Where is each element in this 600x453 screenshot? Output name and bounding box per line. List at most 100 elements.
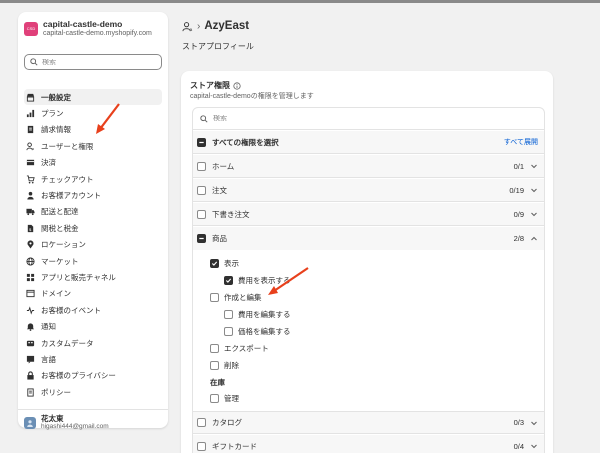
permission-edit-price[interactable]: 価格を編集する: [224, 326, 291, 337]
permission-edit-cost[interactable]: 費用を編集する: [224, 309, 291, 320]
person-icon: [26, 191, 35, 200]
chevron-down-icon[interactable]: [530, 442, 538, 450]
check-icon: [211, 261, 218, 266]
select-all-checkbox[interactable]: [197, 137, 206, 147]
sidebar-item-general[interactable]: 一般設定: [24, 89, 162, 106]
settings-sidebar: CSD capital-castle-demo capital-castle-d…: [18, 12, 168, 431]
permission-checkbox[interactable]: [197, 441, 206, 451]
sidebar-item-languages[interactable]: 言語: [24, 351, 162, 367]
permission-inventory-manage[interactable]: 管理: [210, 393, 239, 404]
apps-icon: [26, 273, 35, 282]
sidebar-search-input[interactable]: [42, 58, 152, 66]
permissions-search[interactable]: [193, 108, 544, 130]
card-title: ストア権限: [190, 80, 241, 91]
lock-icon: [26, 371, 35, 380]
permission-export[interactable]: エクスポート: [210, 343, 269, 354]
sidebar-item-payments[interactable]: 決済: [24, 155, 162, 171]
permission-count: 0/19: [509, 185, 524, 195]
sidebar-item-notifications[interactable]: 通知: [24, 318, 162, 334]
sidebar-item-shipping[interactable]: 配送と配達: [24, 204, 162, 220]
chevron-down-icon[interactable]: [530, 162, 538, 170]
users-icon[interactable]: a: [182, 21, 193, 32]
store-header[interactable]: CSD capital-castle-demo capital-castle-d…: [24, 19, 152, 38]
store-logo: CSD: [24, 21, 38, 36]
permission-checkbox[interactable]: [197, 209, 206, 219]
permission-view-cost[interactable]: 費用を表示する: [224, 275, 291, 286]
store-permissions-card: ストア権限 capital-castle-demoの権限を管理します すべての権…: [181, 71, 553, 453]
permission-row-products[interactable]: 商品 2/8: [193, 227, 544, 250]
cart-icon: [26, 175, 35, 184]
permission-row-home[interactable]: ホーム 0/1: [193, 155, 544, 178]
sidebar-item-apps[interactable]: アプリと販売チャネル: [24, 269, 162, 285]
permission-checkbox[interactable]: [224, 276, 233, 285]
permission-row-orders[interactable]: 注文 0/19: [193, 179, 544, 202]
chevron-down-icon[interactable]: [530, 210, 538, 218]
sidebar-item-checkout[interactable]: チェックアウト: [24, 171, 162, 187]
sidebar-item-label: 配送と配達: [41, 207, 79, 217]
page-subtitle: ストアプロフィール: [182, 42, 254, 51]
permissions-list: すべての権限を選択 すべて展開 ホーム 0/1 注文 0/19 下書き注文 0/…: [192, 107, 545, 453]
divider: [18, 409, 168, 410]
tax-icon: $: [26, 224, 35, 233]
person-icon: [27, 419, 33, 427]
sidebar-search[interactable]: [24, 54, 162, 70]
permission-checkbox[interactable]: [197, 418, 206, 427]
sidebar-item-privacy[interactable]: お客様のプライバシー: [24, 368, 162, 384]
sidebar-item-markets[interactable]: マーケット: [24, 253, 162, 269]
sidebar-item-customer-accounts[interactable]: お客様アカウント: [24, 187, 162, 203]
sidebar-item-domains[interactable]: ドメイン: [24, 286, 162, 302]
database-icon: [26, 339, 35, 348]
permission-row-catalogs[interactable]: カタログ 0/3: [193, 411, 544, 434]
sidebar-item-billing[interactable]: 請求情報: [24, 122, 162, 138]
receipt-icon: [26, 125, 35, 134]
chevron-up-icon[interactable]: [530, 235, 538, 243]
permission-label: 注文: [212, 185, 227, 195]
permission-checkbox[interactable]: [224, 310, 233, 319]
permission-label: ギフトカード: [212, 441, 257, 451]
sidebar-item-label: チェックアウト: [41, 174, 94, 184]
card-title-text: ストア権限: [190, 81, 230, 90]
store-domain: capital-castle-demo.myshopify.com: [43, 30, 152, 37]
top-bar: [0, 0, 600, 3]
info-icon[interactable]: [233, 81, 241, 90]
permissions-search-input[interactable]: [213, 115, 513, 122]
permission-checkbox[interactable]: [210, 344, 219, 353]
permission-checkbox[interactable]: [210, 361, 219, 370]
permission-row-gift-cards[interactable]: ギフトカード 0/4: [193, 435, 544, 453]
permission-row-draft-orders[interactable]: 下書き注文 0/9: [193, 203, 544, 226]
location-icon: [26, 240, 35, 249]
search-icon: [30, 58, 38, 66]
sidebar-item-label: 決済: [41, 158, 56, 168]
permission-create-edit[interactable]: 作成と編集: [210, 292, 262, 303]
sidebar-item-custom-data[interactable]: カスタムデータ: [24, 335, 162, 351]
sidebar-item-plan[interactable]: プラン: [24, 105, 162, 121]
sidebar-item-label: お客様アカウント: [41, 191, 101, 201]
sidebar-item-taxes[interactable]: $ 関税と税金: [24, 220, 162, 236]
user-profile[interactable]: 花太東 higashi444@gmail.com: [24, 414, 109, 431]
breadcrumb-separator: ›: [197, 20, 201, 32]
permission-checkbox[interactable]: [224, 327, 233, 336]
chevron-down-icon[interactable]: [530, 186, 538, 194]
policy-icon: [26, 388, 35, 397]
minus-icon: [199, 141, 204, 143]
sidebar-item-users[interactable]: a ユーザーと権限: [24, 138, 162, 154]
select-all-label: すべての権限を選択: [212, 137, 279, 147]
permission-view[interactable]: 表示: [210, 258, 239, 269]
sidebar-item-customer-events[interactable]: お客様のイベント: [24, 302, 162, 318]
permission-checkbox[interactable]: [197, 161, 206, 171]
permission-checkbox[interactable]: [210, 293, 219, 302]
sidebar-item-policies[interactable]: ポリシー: [24, 384, 162, 400]
permission-checkbox[interactable]: [210, 394, 219, 403]
permission-checkbox[interactable]: [210, 259, 219, 268]
sidebar-item-label: 関税と税金: [41, 223, 79, 233]
permission-checkbox[interactable]: [197, 234, 206, 243]
permission-checkbox[interactable]: [197, 185, 206, 195]
chevron-down-icon[interactable]: [530, 419, 538, 427]
permission-delete[interactable]: 削除: [210, 360, 239, 371]
card-description: capital-castle-demoの権限を管理します: [190, 93, 314, 100]
expand-all-link[interactable]: すべて展開: [504, 137, 538, 147]
sidebar-item-label: ユーザーと権限: [41, 141, 94, 151]
select-all-row[interactable]: すべての権限を選択 すべて展開: [193, 131, 544, 154]
sidebar-item-locations[interactable]: ロケーション: [24, 237, 162, 253]
permission-label: 削除: [224, 361, 239, 370]
